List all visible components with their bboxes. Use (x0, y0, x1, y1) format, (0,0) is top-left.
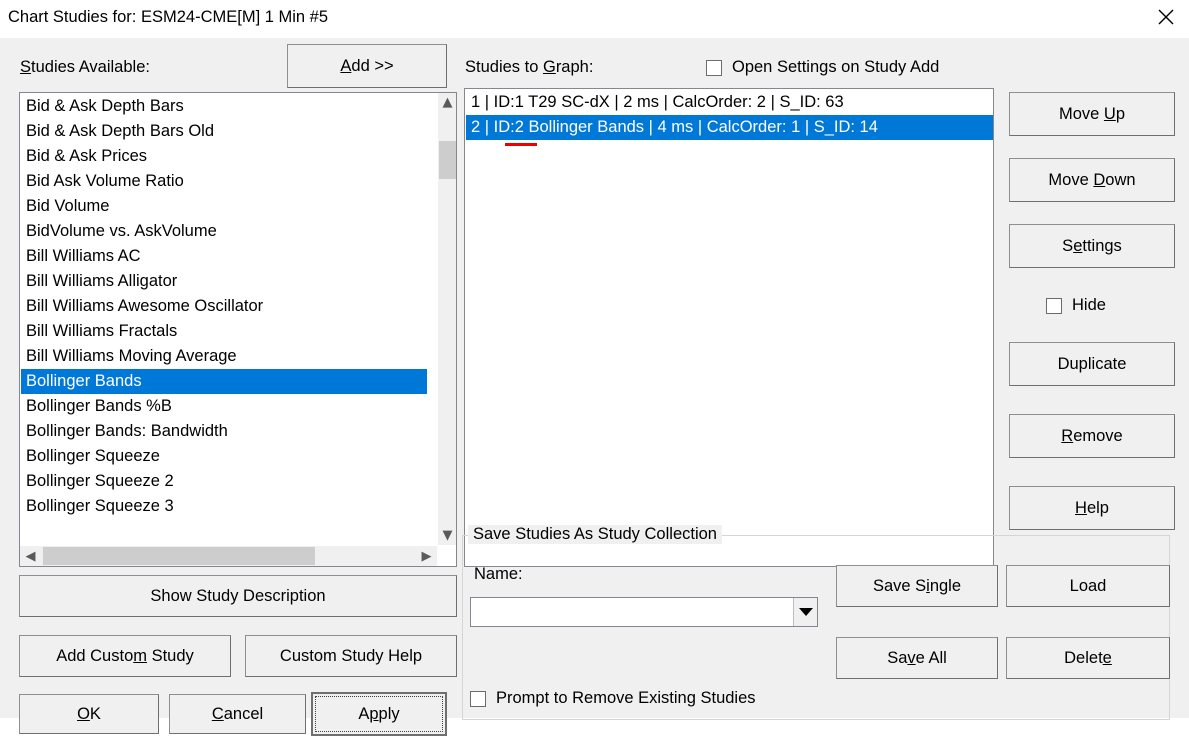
save-all-button[interactable]: Save All (836, 637, 998, 679)
prompt-to-remove-existing-studies-label: Prompt to Remove Existing Studies (496, 689, 756, 707)
study-available-item[interactable]: Bid Ask Volume Ratio (21, 169, 427, 194)
study-available-item[interactable]: Bollinger Squeeze (21, 444, 427, 469)
custom-study-help-label: Custom Study Help (279, 646, 423, 665)
remove-label: Remove (1061, 426, 1123, 445)
scroll-left-icon[interactable]: ◀ (20, 546, 41, 566)
hide-label: Hide (1072, 296, 1106, 314)
scroll-up-icon[interactable]: ▲ (438, 93, 456, 112)
studies-available-label: Studies Available: (20, 58, 150, 76)
study-available-item[interactable]: Bid Volume (21, 194, 427, 219)
scroll-down-icon[interactable]: ▼ (438, 526, 456, 545)
study-available-item[interactable]: Bill Williams Awesome Oscillator (21, 294, 427, 319)
ok-button-label: OK (77, 704, 101, 723)
move-up-label: Move Up (1058, 104, 1126, 123)
available-hscroll-thumb[interactable] (43, 547, 315, 565)
ok-button[interactable]: OK (19, 694, 159, 734)
checkbox-box (706, 59, 722, 76)
load-button[interactable]: Load (1006, 565, 1170, 607)
move-down-label: Move Down (1048, 170, 1136, 189)
study-available-item[interactable]: Bid & Ask Depth Bars (21, 94, 427, 119)
available-horizontal-scrollbar[interactable]: ◀ ▶ (20, 545, 437, 566)
delete-label: Delete (1064, 648, 1112, 667)
prompt-to-remove-existing-studies-checkbox[interactable]: Prompt to Remove Existing Studies (470, 689, 756, 708)
collection-name-label: Name: (474, 565, 523, 583)
available-vertical-scrollbar[interactable]: ▲ ▼ (437, 93, 456, 545)
study-available-item[interactable]: Bill Williams AC (21, 244, 427, 269)
window-title: Chart Studies for: ESM24-CME[M] 1 Min #5 (8, 8, 329, 26)
scroll-right-icon[interactable]: ▶ (416, 546, 437, 566)
study-available-item[interactable]: Bollinger Bands (21, 369, 427, 394)
study-available-item[interactable]: Bill Williams Fractals (21, 319, 427, 344)
collection-name-value[interactable] (471, 598, 793, 626)
apply-button-label: Apply (358, 704, 400, 723)
study-available-item[interactable]: Bollinger Squeeze 3 (21, 494, 427, 519)
custom-study-help-button[interactable]: Custom Study Help (245, 635, 457, 677)
studies-available-listbox[interactable]: Bid & Ask Depth Bars Bid & Ask Depth Bars… (19, 92, 457, 567)
settings-button[interactable]: Settings (1009, 224, 1175, 268)
chevron-down-icon[interactable] (793, 598, 817, 626)
apply-button[interactable]: Apply (311, 692, 447, 736)
window-titlebar: Chart Studies for: ESM24-CME[M] 1 Min #5 (0, 0, 1189, 38)
study-available-item[interactable]: Bid & Ask Depth Bars Old (21, 119, 427, 144)
help-label: Help (1075, 498, 1109, 517)
save-all-label: Save All (887, 648, 947, 667)
study-available-item[interactable]: Bill Williams Alligator (21, 269, 427, 294)
add-custom-study-button[interactable]: Add Custom Study (19, 635, 231, 677)
add-button-label: Add >> (340, 56, 394, 75)
duplicate-button[interactable]: Duplicate (1009, 342, 1175, 386)
studies-available-items: Bid & Ask Depth Bars Bid & Ask Depth Bars… (21, 94, 427, 519)
study-available-item[interactable]: Bill Williams Moving Average (21, 344, 427, 369)
collection-name-combobox[interactable] (470, 597, 818, 627)
cancel-button-label: Cancel (211, 704, 264, 723)
study-available-item[interactable]: Bid & Ask Prices (21, 144, 427, 169)
study-available-item[interactable]: Bollinger Bands: Bandwidth (21, 419, 427, 444)
save-collection-groupbox-title: Save Studies As Study Collection (468, 525, 722, 544)
add-button[interactable]: Add >> (287, 44, 447, 88)
annotation-underline (505, 143, 537, 146)
move-down-button[interactable]: Move Down (1009, 158, 1175, 202)
checkbox-box (1046, 297, 1062, 314)
settings-label: Settings (1062, 236, 1122, 255)
add-custom-study-label: Add Custom Study (56, 646, 194, 665)
study-to-graph-row[interactable]: 1 | ID:1 T29 SC-dX | 2 ms | CalcOrder: 2… (466, 90, 993, 115)
study-to-graph-row[interactable]: 2 | ID:2 Bollinger Bands | 4 ms | CalcOr… (466, 115, 993, 140)
save-single-label: Save Single (872, 576, 962, 595)
close-icon[interactable] (1142, 0, 1189, 34)
help-button[interactable]: Help (1009, 486, 1175, 530)
dialog-body: Studies Available: Add >> Bid & Ask Dept… (0, 38, 1189, 736)
studies-to-graph-items: 1 | ID:1 T29 SC-dX | 2 ms | CalcOrder: 2… (466, 90, 993, 140)
open-settings-on-study-add-checkbox[interactable]: Open Settings on Study Add (706, 58, 939, 77)
remove-button[interactable]: Remove (1009, 414, 1175, 458)
delete-button[interactable]: Delete (1006, 637, 1170, 679)
load-label: Load (1069, 576, 1107, 595)
study-available-item[interactable]: Bollinger Squeeze 2 (21, 469, 427, 494)
hide-checkbox[interactable]: Hide (1046, 296, 1106, 315)
study-available-item[interactable]: Bollinger Bands %B (21, 394, 427, 419)
checkbox-box (470, 690, 486, 707)
show-study-description-label: Show Study Description (150, 586, 326, 605)
focus-ring (315, 696, 443, 732)
open-settings-on-study-add-label: Open Settings on Study Add (732, 58, 940, 76)
duplicate-label: Duplicate (1057, 354, 1127, 373)
available-vscroll-thumb[interactable] (439, 141, 456, 179)
studies-to-graph-label: Studies to Graph: (465, 58, 594, 76)
save-single-button[interactable]: Save Single (836, 565, 998, 607)
move-up-button[interactable]: Move Up (1009, 92, 1175, 136)
show-study-description-button[interactable]: Show Study Description (19, 575, 457, 617)
study-available-item[interactable]: BidVolume vs. AskVolume (21, 219, 427, 244)
cancel-button[interactable]: Cancel (169, 694, 306, 734)
studies-to-graph-listbox[interactable]: 1 | ID:1 T29 SC-dX | 2 ms | CalcOrder: 2… (464, 88, 994, 567)
